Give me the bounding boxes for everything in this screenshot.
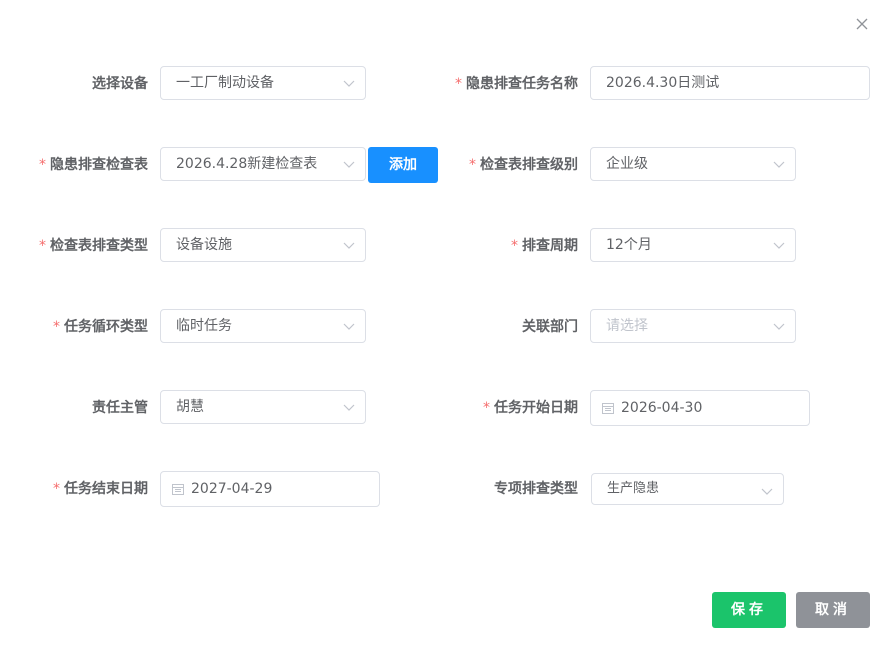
check-cycle-label: * 排查周期	[511, 238, 578, 254]
supervisor-value: 胡慧	[176, 399, 204, 415]
task-cycle-type-label: * 任务循环类型	[53, 319, 148, 335]
start-date-label: * 任务开始日期	[483, 400, 578, 416]
chevron-down-icon	[343, 310, 355, 342]
required-star: *	[455, 76, 462, 92]
close-icon[interactable]	[853, 15, 871, 33]
equipment-select[interactable]: 一工厂制动设备	[160, 66, 366, 100]
required-star: *	[53, 481, 60, 497]
add-checklist-button[interactable]: 添加	[368, 147, 438, 183]
chevron-down-icon	[343, 67, 355, 99]
task-name-label: * 隐患排查任务名称	[455, 76, 578, 92]
end-date-value: 2027-04-29	[191, 481, 273, 497]
required-star: *	[39, 157, 46, 173]
end-date-picker[interactable]: 2027-04-29	[160, 471, 380, 507]
calendar-icon	[602, 391, 614, 425]
supervisor-select[interactable]: 胡慧	[160, 390, 366, 424]
equipment-label: 选择设备	[92, 76, 148, 92]
special-type-select[interactable]: 生产隐患	[591, 473, 784, 505]
required-star: *	[483, 400, 490, 416]
related-dept-placeholder: 请选择	[606, 318, 648, 334]
end-date-label: * 任务结束日期	[53, 481, 148, 497]
chevron-down-icon	[761, 476, 773, 504]
required-star: *	[469, 157, 476, 173]
cancel-button[interactable]: 取消	[796, 592, 870, 628]
required-star: *	[39, 238, 46, 254]
equipment-value: 一工厂制动设备	[176, 75, 274, 91]
related-dept-label: 关联部门	[522, 319, 578, 335]
calendar-icon	[172, 472, 184, 506]
checklist-label: * 隐患排查检查表	[39, 157, 148, 173]
special-type-value: 生产隐患	[607, 481, 660, 496]
supervisor-label: 责任主管	[92, 400, 148, 416]
chevron-down-icon	[343, 229, 355, 261]
chevron-down-icon	[343, 391, 355, 423]
special-type-label: 专项排查类型	[494, 481, 578, 497]
task-name-input[interactable]: 2026.4.30日测试	[590, 66, 870, 100]
chevron-down-icon	[773, 148, 785, 180]
chevron-down-icon	[773, 310, 785, 342]
start-date-picker[interactable]: 2026-04-30	[590, 390, 810, 426]
save-button[interactable]: 保存	[712, 592, 786, 628]
check-cycle-select[interactable]: 12个月	[590, 228, 796, 262]
check-level-label: * 检查表排查级别	[469, 157, 578, 173]
checklist-value: 2026.4.28新建检查表	[176, 156, 318, 172]
task-cycle-type-select[interactable]: 临时任务	[160, 309, 366, 343]
check-type-label: * 检查表排查类型	[39, 238, 148, 254]
start-date-value: 2026-04-30	[621, 400, 703, 416]
required-star: *	[53, 319, 60, 335]
related-dept-select[interactable]: 请选择	[590, 309, 796, 343]
check-level-select[interactable]: 企业级	[590, 147, 796, 181]
task-cycle-type-value: 临时任务	[176, 318, 232, 334]
check-level-value: 企业级	[606, 156, 648, 172]
required-star: *	[511, 238, 518, 254]
check-cycle-value: 12个月	[606, 237, 652, 253]
chevron-down-icon	[773, 229, 785, 261]
check-type-select[interactable]: 设备设施	[160, 228, 366, 262]
task-name-value: 2026.4.30日测试	[606, 75, 720, 91]
checklist-select[interactable]: 2026.4.28新建检查表	[160, 147, 366, 181]
check-type-value: 设备设施	[176, 237, 232, 253]
chevron-down-icon	[343, 148, 355, 180]
